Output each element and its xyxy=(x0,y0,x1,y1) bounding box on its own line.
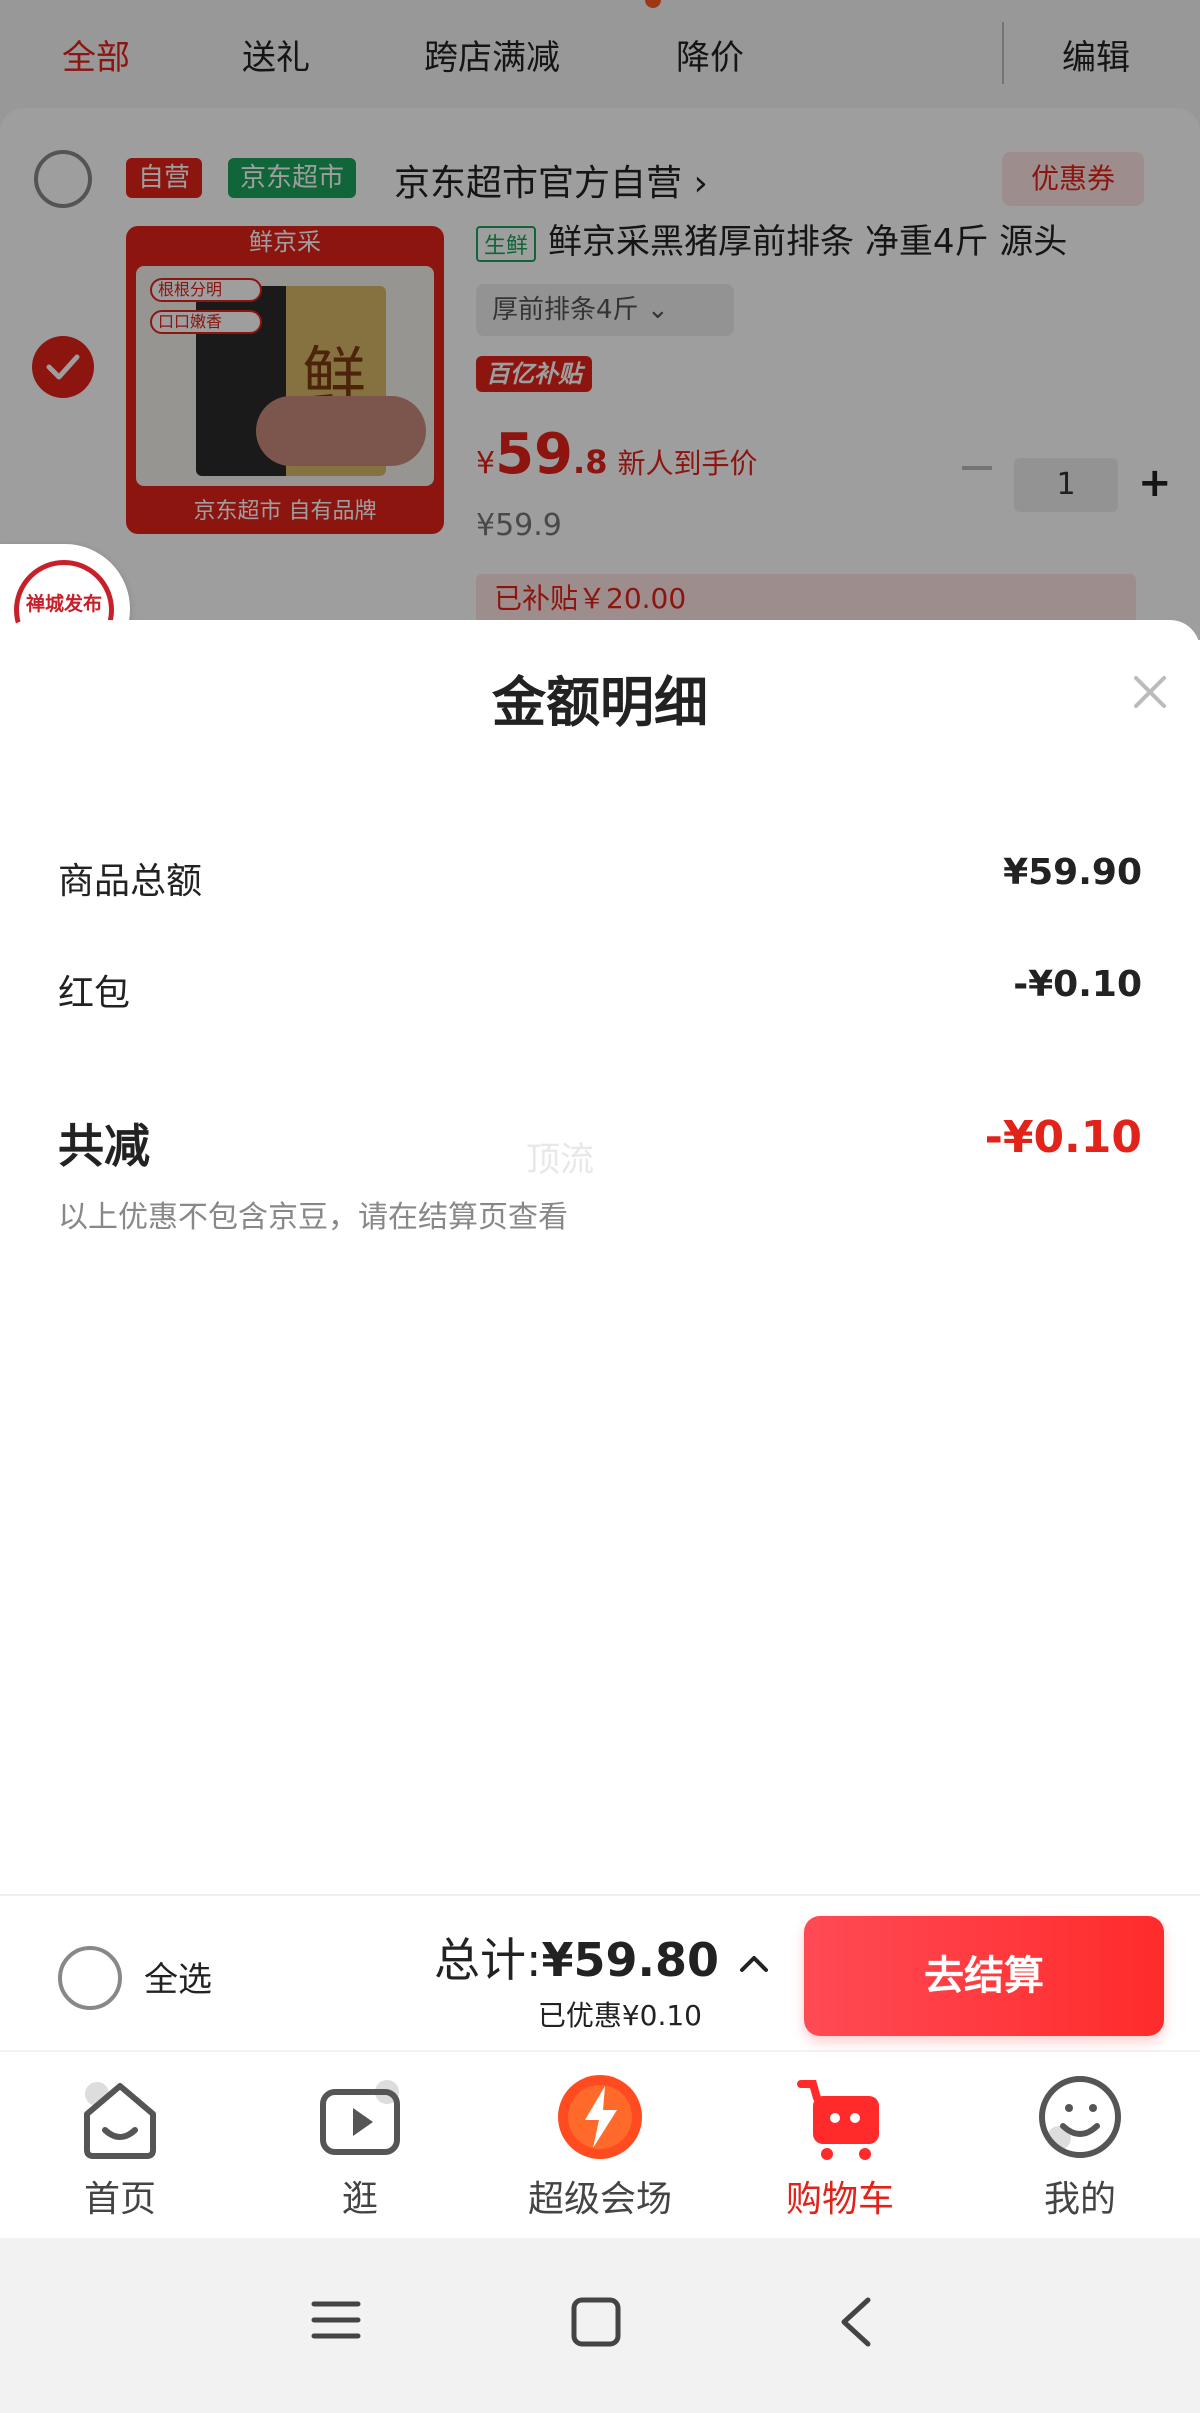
checkout-bar: 全选 总计:¥59.80 已优惠¥0.10 去结算 xyxy=(0,1894,1200,2050)
tabbar-browse-label: 逛 xyxy=(341,2179,378,2220)
profile-smile-icon xyxy=(1039,2076,1121,2158)
tabbar-home[interactable]: 首页 xyxy=(0,2072,240,2222)
watermark-text: 顶流 xyxy=(526,1140,594,1180)
close-icon[interactable] xyxy=(1130,672,1170,712)
tabbar-browse[interactable]: 逛 xyxy=(240,2072,480,2222)
amount-detail-sheet: 金额明细 商品总额 ¥59.90 红包 -¥0.10 顶流 共减 -¥0.10 … xyxy=(0,620,1200,1894)
sheet-title: 金额明细 xyxy=(492,671,708,734)
total-value: ¥59.80 xyxy=(541,1933,720,1987)
select-all-label[interactable]: 全选 xyxy=(144,1952,212,2001)
tabbar-profile[interactable]: 我的 xyxy=(960,2072,1200,2222)
system-navigation-bar xyxy=(0,2238,1200,2413)
seal-text: 禅城发布 xyxy=(25,593,102,615)
cart-icon xyxy=(797,2080,879,2160)
tabbar-cart-label: 购物车 xyxy=(785,2179,894,2220)
home-button-icon[interactable] xyxy=(570,2296,622,2348)
goods-total-value: ¥59.90 xyxy=(1003,852,1142,893)
super-venue-icon xyxy=(558,2075,642,2159)
discount-note: 以上优惠不包含京豆，请在结算页查看 xyxy=(58,1200,568,1235)
saved-amount: 已优惠¥0.10 xyxy=(537,1999,702,2032)
back-icon[interactable] xyxy=(836,2296,876,2348)
red-packet-label: 红包 xyxy=(58,973,131,1014)
total-discount-label: 共减 xyxy=(58,1119,150,1173)
total-amount: 总计:¥59.80 xyxy=(434,1924,719,1990)
menu-icon[interactable] xyxy=(310,2296,362,2344)
modal-overlay[interactable] xyxy=(0,0,1200,640)
chevron-up-icon[interactable] xyxy=(738,1952,770,1974)
tabbar-home-label: 首页 xyxy=(83,2179,156,2220)
tabbar-cart[interactable]: 购物车 xyxy=(720,2072,960,2222)
red-packet-value: -¥0.10 xyxy=(1013,964,1142,1005)
tabbar-super-venue[interactable]: 超级会场 xyxy=(480,2072,720,2222)
bottom-tab-bar: 首页 逛 超级会场 购物车 我的 xyxy=(0,2052,1200,2238)
home-icon xyxy=(84,2082,156,2159)
goods-total-label: 商品总额 xyxy=(58,861,203,902)
checkout-button[interactable]: 去结算 xyxy=(804,1916,1164,2036)
total-discount-value: -¥0.10 xyxy=(984,1112,1142,1163)
tabbar-profile-label: 我的 xyxy=(1043,2179,1116,2220)
video-play-icon xyxy=(320,2080,400,2155)
total-prefix: 总计: xyxy=(434,1933,542,1987)
tabbar-super-venue-label: 超级会场 xyxy=(527,2179,672,2220)
select-all-radio[interactable] xyxy=(58,1946,122,2010)
